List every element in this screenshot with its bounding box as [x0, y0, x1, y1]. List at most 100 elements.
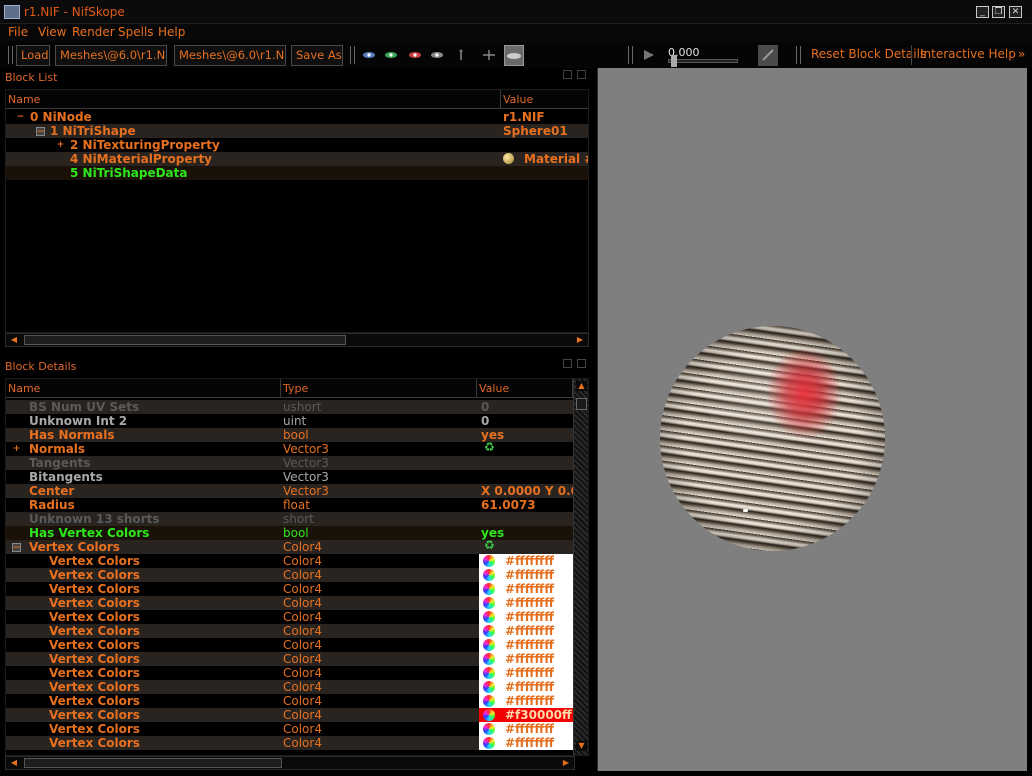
- interactive-help-button[interactable]: Interactive Help: [920, 47, 1016, 61]
- detail-row[interactable]: Bitangents Vector3: [6, 470, 573, 484]
- refresh-icon[interactable]: ♻: [484, 442, 495, 454]
- color-picker-icon[interactable]: [483, 737, 495, 749]
- field-value[interactable]: [479, 456, 573, 470]
- reset-block-details-button[interactable]: Reset Block Details: [811, 47, 926, 61]
- field-value[interactable]: #ffffffff: [479, 652, 573, 666]
- color-picker-icon[interactable]: [483, 667, 495, 679]
- block-list-row[interactable]: −1 NiTriShape Sphere01: [6, 124, 588, 138]
- field-value[interactable]: #f30000ff: [479, 708, 573, 722]
- color-picker-icon[interactable]: [483, 695, 495, 707]
- view-user-icon[interactable]: [430, 49, 444, 61]
- block-list-float-button[interactable]: [563, 70, 572, 79]
- detail-row[interactable]: Vertex Colors Color4 #ffffffff: [6, 694, 573, 708]
- refresh-icon[interactable]: ♻: [484, 540, 495, 552]
- color-picker-icon[interactable]: [483, 723, 495, 735]
- view-front-icon[interactable]: [384, 49, 398, 61]
- column-header-value[interactable]: Value: [501, 90, 588, 109]
- walk-mode-icon[interactable]: [454, 49, 468, 61]
- block-list-hscrollbar[interactable]: ◀ ▶: [5, 333, 589, 347]
- block-list-close-button[interactable]: [577, 70, 586, 79]
- scroll-left-button[interactable]: ◀: [8, 758, 20, 768]
- field-value[interactable]: ♻: [479, 540, 573, 554]
- color-picker-icon[interactable]: [483, 597, 495, 609]
- detail-row[interactable]: Tangents Vector3: [6, 456, 573, 470]
- scroll-thumb[interactable]: [24, 335, 346, 345]
- menu-view[interactable]: View: [38, 25, 66, 39]
- save-as-button[interactable]: Save As: [291, 45, 343, 66]
- load-button[interactable]: Load: [16, 45, 50, 66]
- block-details-close-button[interactable]: [577, 359, 586, 368]
- field-value[interactable]: ♻: [479, 442, 573, 456]
- toolbar-grip[interactable]: [350, 46, 355, 64]
- field-value[interactable]: #ffffffff: [479, 568, 573, 582]
- field-value[interactable]: X 0.0000 Y 0.0(: [479, 484, 573, 498]
- field-value[interactable]: #ffffffff: [479, 624, 573, 638]
- column-header-value[interactable]: Value: [477, 379, 573, 398]
- detail-row[interactable]: Vertex Colors Color4 #ffffffff: [6, 624, 573, 638]
- detail-row[interactable]: Vertex Colors Color4 #ffffffff: [6, 666, 573, 680]
- color-picker-icon[interactable]: [483, 611, 495, 623]
- color-picker-icon[interactable]: [483, 639, 495, 651]
- block-list-row[interactable]: 4 NiMaterialProperty Material #: [6, 152, 588, 166]
- block-details-vscrollbar[interactable]: ▲ ▼: [573, 379, 588, 755]
- detail-row[interactable]: + Normals Vector3 ♻: [6, 442, 573, 456]
- detail-row[interactable]: Vertex Colors Color4 #ffffffff: [6, 582, 573, 596]
- toolbar-overflow-button[interactable]: »: [1018, 47, 1025, 61]
- toolbar-grip[interactable]: [628, 46, 633, 64]
- collapse-icon[interactable]: −: [12, 543, 21, 553]
- toolbar-grip[interactable]: [796, 46, 801, 64]
- close-button[interactable]: ✕: [1009, 6, 1022, 18]
- detail-row[interactable]: Vertex Colors Color4 #ffffffff: [6, 736, 573, 750]
- field-value[interactable]: 61.0073: [479, 498, 573, 512]
- field-value[interactable]: 0: [479, 400, 573, 414]
- block-list-row[interactable]: −0 NiNode r1.NIF: [6, 110, 588, 124]
- field-value[interactable]: yes: [479, 428, 573, 442]
- detail-row[interactable]: Center Vector3 X 0.0000 Y 0.0(: [6, 484, 573, 498]
- detail-row[interactable]: BS Num UV Sets ushort 0: [6, 400, 573, 414]
- detail-row[interactable]: Radius float 61.0073: [6, 498, 573, 512]
- detail-row[interactable]: Unknown 13 shorts short: [6, 512, 573, 526]
- detail-row[interactable]: Vertex Colors Color4 #ffffffff: [6, 568, 573, 582]
- menu-file[interactable]: File: [8, 25, 28, 39]
- detail-row[interactable]: Has Vertex Colors bool yes: [6, 526, 573, 540]
- time-slider[interactable]: [668, 55, 738, 67]
- column-header-name[interactable]: Name: [6, 379, 281, 398]
- block-details-hscrollbar[interactable]: ◀ ▶: [5, 756, 575, 770]
- detail-row[interactable]: − Vertex Colors Color4 ♻: [6, 540, 573, 554]
- block-list-row[interactable]: +2 NiTexturingProperty: [6, 138, 588, 152]
- collapse-icon[interactable]: −: [36, 127, 45, 137]
- view-top-icon[interactable]: [362, 49, 376, 61]
- scroll-down-button[interactable]: ▼: [576, 741, 587, 751]
- time-slider-handle[interactable]: [671, 55, 677, 67]
- expand-icon[interactable]: +: [56, 141, 65, 150]
- field-value[interactable]: #ffffffff: [479, 694, 573, 708]
- detail-row[interactable]: Unknown Int 2 uint 0: [6, 414, 573, 428]
- color-picker-icon[interactable]: [483, 569, 495, 581]
- field-value[interactable]: #ffffffff: [479, 736, 573, 750]
- save-path-field[interactable]: Meshes\@6.0\r1.NIF: [174, 45, 286, 66]
- detail-row[interactable]: Vertex Colors Color4 #ffffffff: [6, 596, 573, 610]
- view-side-icon[interactable]: [408, 49, 422, 61]
- detail-row[interactable]: Vertex Colors Color4 #ffffffff: [6, 638, 573, 652]
- field-value[interactable]: #ffffffff: [479, 610, 573, 624]
- menu-render[interactable]: Render: [72, 25, 115, 39]
- detail-row[interactable]: Has Normals bool yes: [6, 428, 573, 442]
- column-header-type[interactable]: Type: [281, 379, 477, 398]
- restore-button[interactable]: ❐: [992, 6, 1005, 18]
- field-value[interactable]: #ffffffff: [479, 582, 573, 596]
- detail-row[interactable]: Vertex Colors Color4 #ffffffff: [6, 610, 573, 624]
- perspective-toggle[interactable]: [504, 45, 524, 66]
- toolbar-grip[interactable]: [8, 46, 13, 64]
- sphere-mesh[interactable]: [660, 326, 885, 551]
- render-viewport[interactable]: [597, 68, 1027, 771]
- field-value[interactable]: [479, 512, 573, 526]
- field-value[interactable]: #ffffffff: [479, 680, 573, 694]
- detail-row[interactable]: Vertex Colors Color4 #ffffffff: [6, 722, 573, 736]
- load-path-field[interactable]: Meshes\@6.0\r1.NIF: [55, 45, 167, 66]
- detail-row[interactable]: Vertex Colors Color4 #ffffffff: [6, 680, 573, 694]
- field-value[interactable]: yes: [479, 526, 573, 540]
- menu-help[interactable]: Help: [158, 25, 185, 39]
- color-picker-icon[interactable]: [483, 653, 495, 665]
- color-picker-icon[interactable]: [483, 583, 495, 595]
- flip-view-icon[interactable]: [482, 49, 496, 61]
